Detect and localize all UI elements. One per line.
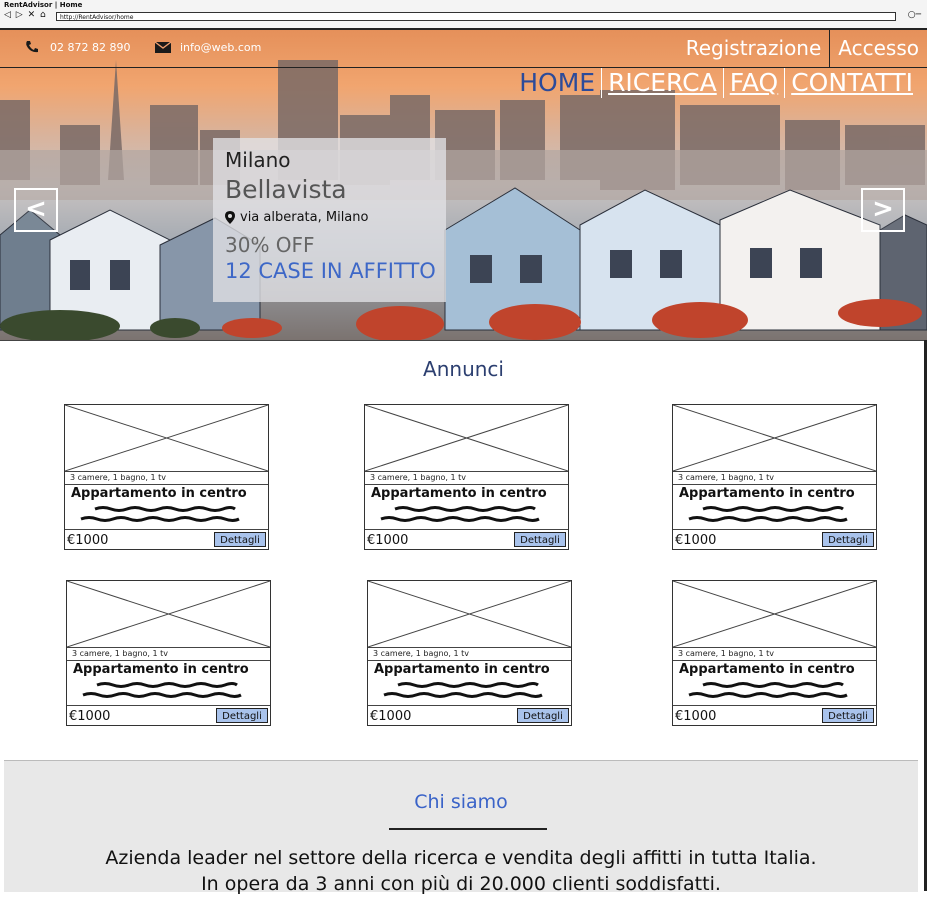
browser-nav-icons[interactable]: ◁ ▷ ✕ ⌂	[4, 10, 47, 20]
card-title: Appartamento in centro	[71, 486, 247, 501]
card-footer: €1000 Dettagli	[65, 529, 268, 550]
slider-next-button[interactable]: >	[861, 188, 905, 232]
listing-card[interactable]: 3 camere, 1 bagno, 1 tv Appartamento in c…	[367, 580, 572, 726]
featured-info-box: Milano Bellavista via alberata, Milano 3…	[213, 138, 446, 302]
details-button[interactable]: Dettagli	[514, 532, 566, 547]
card-features: 3 camere, 1 bagno, 1 tv	[678, 649, 775, 658]
card-title: Appartamento in centro	[73, 662, 249, 677]
featured-city: Milano	[225, 148, 291, 172]
login-link[interactable]: Accesso	[829, 30, 927, 67]
map-pin-icon	[225, 211, 235, 224]
card-footer: €1000 Dettagli	[368, 705, 571, 726]
about-section: Chi siamo Azienda leader nel settore del…	[4, 760, 918, 895]
phone-contact[interactable]: 02 872 82 890	[24, 40, 130, 54]
card-price: €1000	[370, 709, 412, 724]
listing-card[interactable]: 3 camere, 1 bagno, 1 tv Appartamento in c…	[672, 404, 877, 550]
mail-icon	[154, 41, 172, 53]
image-placeholder-icon	[67, 581, 270, 648]
featured-name: Bellavista	[225, 175, 347, 204]
search-icon[interactable]: ○─	[908, 10, 921, 20]
placeholder-text-scribble	[383, 682, 543, 698]
placeholder-text-scribble	[688, 682, 848, 698]
card-divider	[673, 484, 876, 485]
card-divider	[673, 660, 876, 661]
card-title: Appartamento in centro	[371, 486, 547, 501]
card-divider	[365, 484, 568, 485]
email-address: info@web.com	[180, 40, 262, 54]
details-button[interactable]: Dettagli	[822, 708, 874, 723]
listing-card[interactable]: 3 camere, 1 bagno, 1 tv Appartamento in c…	[64, 404, 269, 550]
window-title: RentAdvisor | Home	[4, 1, 83, 9]
card-price: €1000	[67, 533, 109, 548]
card-features: 3 camere, 1 bagno, 1 tv	[678, 473, 775, 482]
about-divider	[389, 828, 547, 830]
card-features: 3 camere, 1 bagno, 1 tv	[370, 473, 467, 482]
nav-ricerca[interactable]: RICERCA	[601, 68, 723, 98]
about-text: Azienda leader nel settore della ricerca…	[4, 845, 918, 897]
card-divider	[67, 660, 270, 661]
card-features: 3 camere, 1 bagno, 1 tv	[72, 649, 169, 658]
card-title: Appartamento in centro	[374, 662, 550, 677]
details-button[interactable]: Dettagli	[216, 708, 268, 723]
card-footer: €1000 Dettagli	[673, 705, 876, 726]
details-button[interactable]: Dettagli	[214, 532, 266, 547]
about-line-2: In opera da 3 anni con più di 20.000 cli…	[201, 873, 721, 895]
browser-chrome: RentAdvisor | Home ◁ ▷ ✕ ⌂ http://RentAd…	[0, 0, 927, 30]
card-footer: €1000 Dettagli	[673, 529, 876, 550]
placeholder-text-scribble	[380, 506, 540, 522]
auth-links: Registrazione Accesso	[678, 30, 927, 67]
card-features: 3 camere, 1 bagno, 1 tv	[70, 473, 167, 482]
address-text: via alberata, Milano	[240, 210, 369, 225]
card-footer: €1000 Dettagli	[365, 529, 568, 550]
about-title: Chi siamo	[414, 791, 508, 813]
card-price: €1000	[367, 533, 409, 548]
nav-faq[interactable]: FAQ	[722, 68, 784, 98]
card-features: 3 camere, 1 bagno, 1 tv	[373, 649, 470, 658]
listing-card[interactable]: 3 camere, 1 bagno, 1 tv Appartamento in c…	[66, 580, 271, 726]
slider-prev-button[interactable]: <	[14, 188, 58, 232]
card-price: €1000	[675, 709, 717, 724]
image-placeholder-icon	[368, 581, 571, 648]
houses-for-rent-link[interactable]: 12 CASE IN AFFITTO	[225, 259, 436, 283]
top-bar: 02 872 82 890 info@web.com Registrazione…	[0, 30, 927, 68]
phone-icon	[26, 41, 38, 53]
card-title: Appartamento in centro	[679, 662, 855, 677]
image-placeholder-icon	[673, 405, 876, 472]
listing-card[interactable]: 3 camere, 1 bagno, 1 tv Appartamento in c…	[364, 404, 569, 550]
nav-home[interactable]: HOME	[513, 68, 601, 98]
card-title: Appartamento in centro	[679, 486, 855, 501]
placeholder-text-scribble	[688, 506, 848, 522]
card-divider	[65, 484, 268, 485]
main-nav: HOME RICERCA FAQ CONTATTI	[513, 68, 919, 98]
phone-number: 02 872 82 890	[50, 40, 131, 54]
placeholder-text-scribble	[80, 506, 240, 522]
hero-slider: 02 872 82 890 info@web.com Registrazione…	[0, 30, 927, 341]
listing-card[interactable]: 3 camere, 1 bagno, 1 tv Appartamento in c…	[672, 580, 877, 726]
featured-address: via alberata, Milano	[225, 210, 434, 225]
image-placeholder-icon	[365, 405, 568, 472]
email-contact[interactable]: info@web.com	[154, 40, 261, 54]
details-button[interactable]: Dettagli	[517, 708, 569, 723]
image-placeholder-icon	[673, 581, 876, 648]
card-divider	[368, 660, 571, 661]
placeholder-text-scribble	[82, 682, 242, 698]
register-link[interactable]: Registrazione	[678, 30, 830, 67]
card-price: €1000	[675, 533, 717, 548]
discount-text: 30% OFF	[225, 233, 315, 257]
about-line-1: Azienda leader nel settore della ricerca…	[105, 847, 817, 869]
address-bar[interactable]: http://RentAdvisor/home	[56, 12, 896, 21]
nav-contatti[interactable]: CONTATTI	[784, 68, 919, 98]
image-placeholder-icon	[65, 405, 268, 472]
details-button[interactable]: Dettagli	[822, 532, 874, 547]
card-footer: €1000 Dettagli	[67, 705, 270, 726]
card-price: €1000	[69, 709, 111, 724]
listings-title: Annunci	[423, 357, 504, 381]
